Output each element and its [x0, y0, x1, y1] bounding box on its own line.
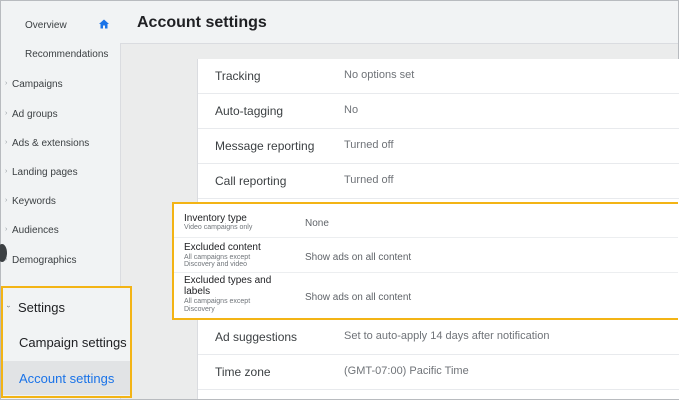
- chevron-right-icon: ›: [5, 197, 8, 204]
- setting-row-ad-suggestions[interactable]: Ad suggestions Set to auto-apply 14 days…: [198, 320, 679, 355]
- sidebar-item-label: Settings: [18, 300, 65, 315]
- sidebar-item-label: Audiences: [12, 225, 59, 236]
- setting-value: Turned off: [344, 174, 394, 186]
- setting-name: Excluded types and: [184, 275, 272, 286]
- setting-row-excluded-types[interactable]: Excluded types and labels All campaigns …: [174, 273, 678, 318]
- setting-scope: All campaigns except: [184, 298, 251, 305]
- chevron-right-icon: ›: [5, 139, 8, 146]
- chevron-right-icon: ›: [5, 226, 8, 233]
- setting-scope: Discovery: [184, 306, 215, 313]
- page-header: Account settings: [120, 1, 678, 44]
- home-icon: [99, 19, 109, 29]
- chevron-right-icon: ›: [5, 168, 8, 175]
- setting-row-tracking[interactable]: Tracking No options set: [198, 59, 679, 94]
- setting-value: None: [305, 218, 329, 229]
- highlighted-settings-group: Inventory type Video campaigns only None…: [172, 202, 678, 320]
- setting-name: Call reporting: [215, 174, 287, 188]
- setting-value: Turned off: [344, 139, 394, 151]
- setting-value: (GMT-07:00) Pacific Time: [344, 365, 469, 377]
- sidebar-item-label: Overview: [25, 20, 67, 31]
- sidebar-item-label: Demographics: [12, 255, 77, 266]
- setting-scope: Discovery and video: [184, 261, 248, 268]
- chevron-right-icon: ›: [5, 80, 8, 87]
- setting-row-call-reporting[interactable]: Call reporting Turned off: [198, 164, 679, 199]
- setting-name: Message reporting: [215, 139, 315, 153]
- setting-name: Time zone: [215, 365, 271, 379]
- sidebar-item-label: Ad groups: [12, 109, 58, 120]
- sidebar-item-campaign-settings[interactable]: Campaign settings: [3, 325, 130, 359]
- setting-row-excluded-content[interactable]: Excluded content All campaigns except Di…: [174, 238, 678, 273]
- setting-row-time-zone[interactable]: Time zone (GMT-07:00) Pacific Time: [198, 355, 679, 390]
- setting-value: Set to auto-apply 14 days after notifica…: [344, 330, 550, 342]
- app-window: Overview Recommendations › Campaigns › A…: [0, 0, 679, 400]
- setting-name: labels: [184, 286, 211, 297]
- sidebar-item-label: Recommendations: [25, 49, 109, 60]
- chevron-down-icon: ›: [4, 305, 12, 308]
- setting-row-auto-tagging[interactable]: Auto-tagging No: [198, 94, 679, 129]
- setting-name: Ad suggestions: [215, 330, 298, 344]
- sidebar-item-label: Account settings: [19, 371, 115, 386]
- sidebar-item-label: Landing pages: [12, 167, 78, 178]
- setting-name: Tracking: [215, 69, 261, 83]
- setting-name: Inventory type: [184, 213, 247, 224]
- setting-scope: Video campaigns only: [184, 224, 253, 231]
- sidebar-item-label: Campaign settings: [19, 335, 127, 350]
- sidebar-item-label: Keywords: [12, 196, 56, 207]
- sidebar-item-label: Ads & extensions: [12, 138, 90, 149]
- setting-value: No options set: [344, 69, 415, 81]
- setting-value: Show ads on all content: [305, 292, 412, 303]
- setting-value: Show ads on all content: [305, 252, 412, 263]
- sidebar-item-label: Campaigns: [12, 79, 63, 90]
- setting-row-inventory-type[interactable]: Inventory type Video campaigns only None: [174, 204, 678, 238]
- chevron-right-icon: ›: [5, 110, 8, 117]
- setting-row-message-reporting[interactable]: Message reporting Turned off: [198, 129, 679, 164]
- sidebar-item-account-settings[interactable]: Account settings: [3, 361, 130, 395]
- setting-name: Excluded content: [184, 242, 261, 253]
- setting-name: Auto-tagging: [215, 104, 284, 118]
- page-title: Account settings: [137, 14, 267, 31]
- setting-value: No: [344, 104, 359, 116]
- settings-nav-group: › Settings Campaign settings Account set…: [1, 286, 132, 398]
